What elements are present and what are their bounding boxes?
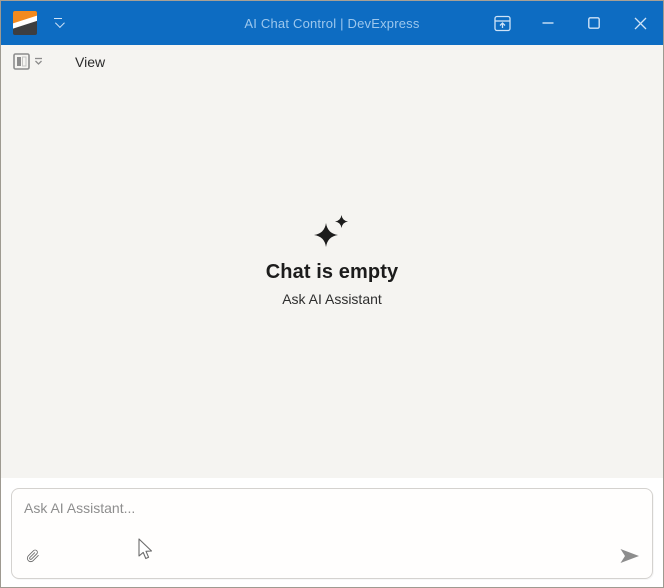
app-window: AI Chat Control | DevExpress	[0, 0, 664, 588]
composer-box	[11, 488, 653, 579]
maximize-icon	[588, 17, 600, 29]
close-icon	[634, 17, 647, 30]
app-logo-icon[interactable]	[13, 11, 37, 35]
send-button[interactable]	[620, 548, 640, 564]
titlebar: AI Chat Control | DevExpress	[1, 1, 663, 45]
panel-layout-dropdown-button[interactable]	[13, 53, 43, 71]
composer-toolbar	[12, 542, 652, 578]
ai-sparkles-icon	[313, 215, 351, 249]
maximize-button[interactable]	[571, 1, 617, 45]
panel-layout-icon	[13, 53, 32, 71]
close-button[interactable]	[617, 1, 663, 45]
ribbon-bar: View	[1, 45, 663, 79]
attach-file-button[interactable]	[24, 547, 42, 565]
empty-state-title: Chat is empty	[266, 261, 398, 284]
chevron-down-icon	[34, 53, 43, 71]
empty-state: Chat is empty Ask AI Assistant	[266, 215, 398, 307]
composer-region	[1, 478, 663, 587]
tab-view[interactable]: View	[73, 50, 107, 74]
minimize-icon	[542, 17, 554, 29]
send-icon	[620, 548, 640, 564]
ribbon-display-options-icon	[494, 15, 511, 32]
paperclip-icon	[24, 547, 42, 565]
quick-access-chevron-icon[interactable]	[47, 12, 69, 34]
chevron-vee	[54, 18, 64, 28]
window-controls	[479, 1, 663, 45]
minimize-button[interactable]	[525, 1, 571, 45]
message-input[interactable]	[12, 489, 652, 542]
ribbon-display-options-button[interactable]	[479, 1, 525, 45]
chat-message-area: Chat is empty Ask AI Assistant	[1, 79, 663, 478]
empty-state-subtitle: Ask AI Assistant	[282, 291, 382, 307]
